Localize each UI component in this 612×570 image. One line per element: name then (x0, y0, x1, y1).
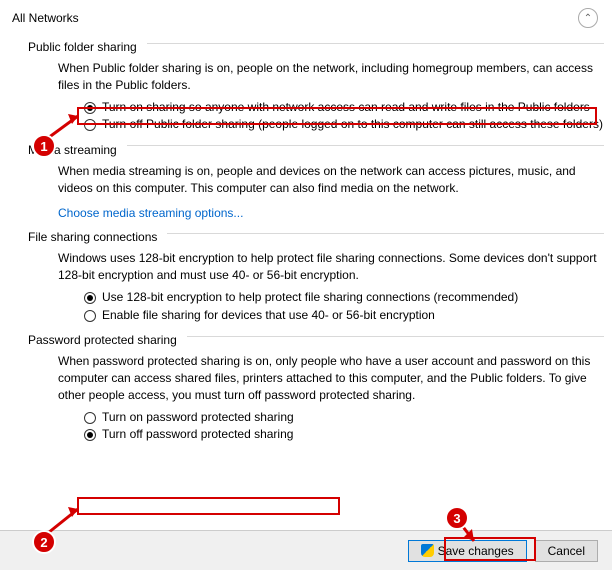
separator (187, 336, 604, 337)
radio-icon (84, 119, 96, 131)
section-title-encryption: File sharing connections (28, 230, 157, 244)
radio-label: Turn on password protected sharing (102, 410, 294, 426)
radio-encryption-128[interactable]: Use 128-bit encryption to help protect f… (84, 290, 604, 306)
separator (167, 233, 604, 234)
cancel-button[interactable]: Cancel (535, 540, 598, 562)
section-title-password: Password protected sharing (28, 333, 177, 347)
section-title-media: Media streaming (28, 143, 117, 157)
collapse-button[interactable]: ⌃ (578, 8, 598, 28)
radio-label: Turn on sharing so anyone with network a… (102, 100, 590, 116)
section-desc-media: When media streaming is on, people and d… (58, 163, 598, 197)
radio-public-folder-off[interactable]: Turn off Public folder sharing (people l… (84, 117, 604, 133)
radio-label: Turn off Public folder sharing (people l… (102, 117, 603, 133)
radio-label: Enable file sharing for devices that use… (102, 308, 435, 324)
radio-public-folder-on[interactable]: Turn on sharing so anyone with network a… (84, 100, 604, 116)
media-streaming-options-link[interactable]: Choose media streaming options... (58, 206, 243, 220)
radio-password-off[interactable]: Turn off password protected sharing (84, 427, 604, 443)
button-label: Cancel (548, 544, 585, 558)
section-desc-public-folder: When Public folder sharing is on, people… (58, 60, 598, 94)
save-changes-button[interactable]: Save changes (408, 540, 527, 562)
radio-label: Use 128-bit encryption to help protect f… (102, 290, 518, 306)
radio-icon (84, 429, 96, 441)
section-title-public-folder: Public folder sharing (28, 40, 137, 54)
footer-bar: Save changes Cancel (0, 530, 612, 570)
section-desc-password: When password protected sharing is on, o… (58, 353, 598, 403)
annotation-number-3: 3 (445, 506, 469, 530)
radio-icon (84, 292, 96, 304)
separator (147, 43, 604, 44)
separator (127, 145, 604, 146)
annotation-box-2 (77, 497, 340, 515)
radio-encryption-4056[interactable]: Enable file sharing for devices that use… (84, 308, 604, 324)
shield-icon (421, 544, 434, 557)
radio-label: Turn off password protected sharing (102, 427, 293, 443)
radio-icon (84, 102, 96, 114)
panel-title: All Networks (12, 11, 79, 25)
radio-icon (84, 412, 96, 424)
chevron-up-icon: ⌃ (584, 13, 592, 24)
radio-password-on[interactable]: Turn on password protected sharing (84, 410, 604, 426)
button-label: Save changes (438, 544, 514, 558)
section-desc-encryption: Windows uses 128-bit encryption to help … (58, 250, 598, 284)
all-networks-panel: All Networks ⌃ Public folder sharing Whe… (0, 0, 612, 443)
radio-icon (84, 310, 96, 322)
